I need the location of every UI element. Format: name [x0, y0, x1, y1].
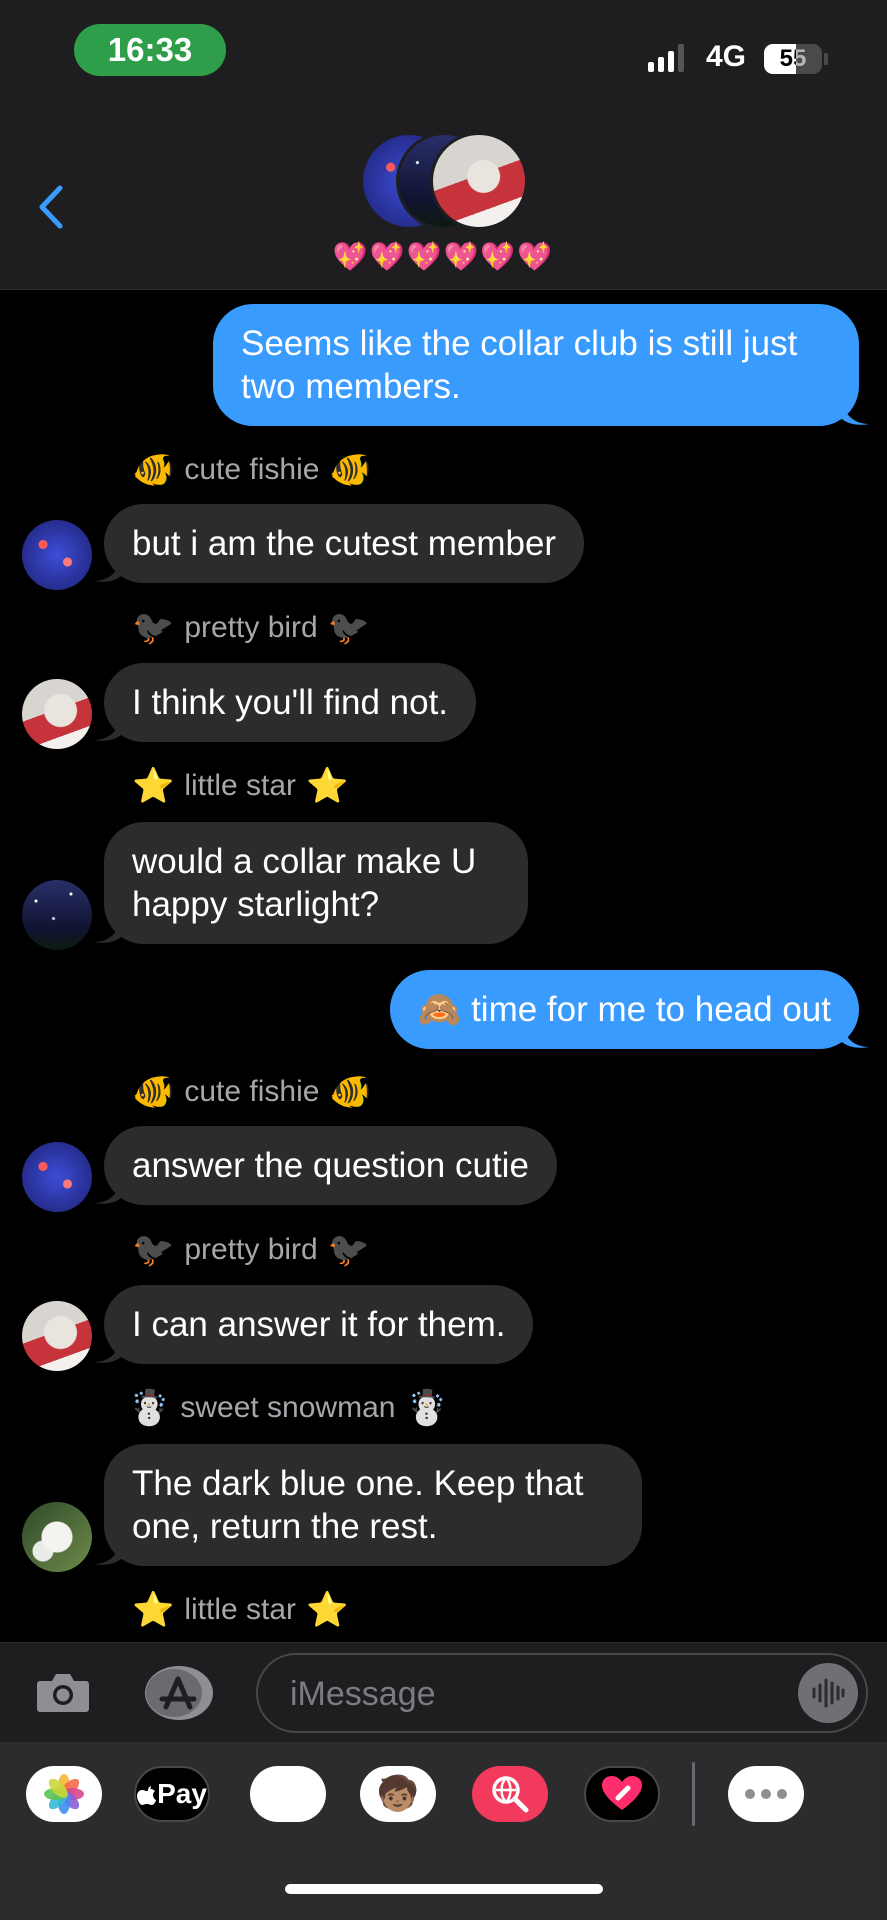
star-emoji-icon: ⭐ [306, 1591, 349, 1629]
camera-icon[interactable] [36, 1671, 90, 1713]
sender-name: pretty bird [184, 611, 318, 644]
fish-emoji-icon: 🐠 [132, 451, 175, 489]
heart-touch-icon [602, 1776, 642, 1810]
battery-level: 55 [779, 45, 807, 72]
sender-label: 🐠 cute fishie 🐠 [132, 1072, 372, 1112]
sender-name: cute fishie [184, 1075, 320, 1108]
waveform-icon [812, 1678, 845, 1708]
back-chevron-icon[interactable] [36, 184, 66, 230]
avatar[interactable] [22, 880, 92, 950]
globe-search-icon [492, 1776, 529, 1813]
star-emoji-icon: ⭐ [132, 1591, 175, 1629]
image-search-app-button[interactable] [472, 1766, 548, 1822]
app-drawer-divider [692, 1762, 695, 1826]
sender-label: 🐦‍⬛ pretty bird 🐦‍⬛ [132, 1230, 370, 1270]
fish-emoji-icon: 🐠 [329, 451, 372, 489]
message-list[interactable]: Seems like the collar club is still just… [0, 290, 887, 1642]
outgoing-message[interactable]: Seems like the collar club is still just… [213, 304, 869, 426]
memoji-app-button[interactable]: 🧒🏽 [360, 1766, 436, 1822]
app-store-icon[interactable] [144, 1665, 214, 1721]
incoming-message[interactable]: answer the question cutie [94, 1126, 557, 1205]
incoming-message[interactable]: but i am the cutest member [94, 504, 585, 583]
avatar[interactable] [22, 1502, 92, 1572]
star-emoji-icon: ⭐ [306, 767, 349, 805]
see-no-evil-monkey-emoji-icon: 🙈 [417, 990, 462, 1029]
black-bird-emoji-icon: 🐦‍⬛ [132, 1231, 175, 1269]
sender-label: ⭐ little star ⭐ [132, 766, 348, 806]
compose-bar [0, 1642, 887, 1742]
home-indicator[interactable] [285, 1884, 603, 1894]
black-bird-emoji-icon: 🐦‍⬛ [132, 609, 175, 647]
incoming-message[interactable]: I can answer it for them. [94, 1285, 534, 1364]
bubble-tail [94, 1540, 122, 1565]
black-bird-emoji-icon: 🐦‍⬛ [327, 1231, 371, 1269]
outgoing-message[interactable]: 🙈 time for me to head out [389, 970, 869, 1049]
star-emoji-icon: ⭐ [132, 767, 175, 805]
incoming-message[interactable]: The dark blue one. Keep that one, return… [94, 1444, 642, 1566]
header-bar: 16:33 4G 55 💖💖💖💖💖💖 [0, 0, 887, 290]
sender-name: pretty bird [184, 1233, 318, 1266]
network-type: 4G [706, 40, 747, 73]
avatar[interactable] [22, 520, 92, 590]
avatar[interactable] [22, 1142, 92, 1212]
message-text: The dark blue one. Keep that one, return… [132, 1464, 584, 1546]
bubble-tail [94, 1179, 122, 1204]
message-text: Seems like the collar club is still just… [241, 324, 798, 406]
battery-icon: 55 [764, 44, 822, 74]
bubble-tail [841, 400, 869, 425]
memoji-icon: 🧒🏽 [376, 1775, 420, 1813]
fish-emoji-icon: 🐠 [132, 1073, 175, 1111]
voice-memo-button[interactable] [798, 1663, 858, 1723]
battery-tip [824, 53, 828, 65]
incoming-message[interactable]: I think you'll find not. [94, 663, 477, 742]
sender-name: little star [184, 1593, 297, 1626]
photos-icon [44, 1774, 84, 1814]
status-time: 16:33 [74, 24, 226, 76]
message-text: would a collar make U happy starlight? [132, 842, 477, 924]
incoming-message[interactable]: would a collar make U happy starlight? [94, 822, 528, 944]
message-text: I can answer it for them. [132, 1305, 506, 1344]
sender-label: 🐦‍⬛ pretty bird 🐦‍⬛ [132, 608, 370, 648]
digital-touch-app-button[interactable] [584, 1766, 660, 1822]
apple-logo-icon [137, 1786, 157, 1805]
cell-signal-icon [648, 44, 684, 72]
more-apps-button[interactable] [728, 1766, 804, 1822]
apple-pay-label: Pay [157, 1778, 207, 1809]
imessage-field[interactable] [256, 1653, 868, 1733]
sender-name: sweet snowman [180, 1391, 396, 1424]
black-bird-emoji-icon: 🐦‍⬛ [327, 609, 371, 647]
sender-label: ☃️ sweet snowman ☃️ [128, 1388, 448, 1428]
snowman-emoji-icon: ☃️ [405, 1389, 448, 1427]
message-text: I think you'll find not. [132, 683, 449, 722]
sender-name: cute fishie [184, 453, 320, 486]
bubble-tail [94, 918, 122, 943]
sender-label: 🐠 cute fishie 🐠 [132, 450, 372, 490]
message-text: but i am the cutest member [132, 524, 557, 563]
apple-pay-button[interactable]: Pay [134, 1766, 210, 1822]
sender-name: little star [184, 769, 297, 802]
fish-emoji-icon: 🐠 [329, 1073, 372, 1111]
monkey-icon: 🐵 [266, 1773, 310, 1816]
animoji-app-button[interactable]: 🐵 [250, 1766, 326, 1822]
message-input[interactable] [290, 1669, 770, 1719]
sender-label: ⭐ little star ⭐ [132, 1590, 348, 1630]
message-text: answer the question cutie [132, 1146, 529, 1185]
group-avatar-cat [430, 132, 528, 230]
bubble-tail [94, 716, 122, 741]
group-name-hearts[interactable]: 💖💖💖💖💖💖 [0, 240, 887, 273]
bubble-tail [94, 557, 122, 582]
snowman-emoji-icon: ☃️ [128, 1389, 171, 1427]
avatar[interactable] [22, 1301, 92, 1371]
bubble-tail [841, 1023, 869, 1048]
photos-app-button[interactable] [26, 1766, 102, 1822]
group-avatars[interactable] [360, 132, 528, 232]
more-ellipsis-icon [745, 1789, 787, 1799]
avatar[interactable] [22, 679, 92, 749]
message-text: time for me to head out [471, 990, 831, 1029]
bubble-tail [94, 1338, 122, 1363]
